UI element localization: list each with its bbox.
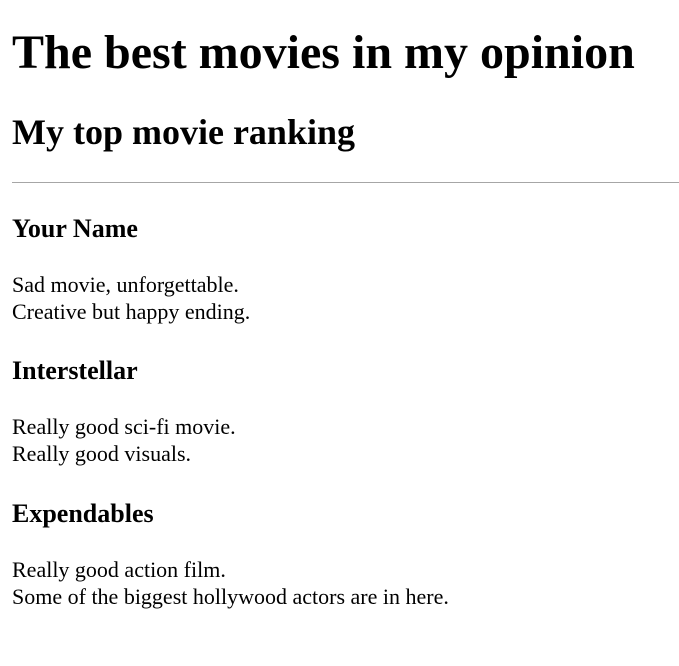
movie-description: Really good sci-fi movie. Really good vi… [12, 413, 672, 467]
movie-entry-your-name: Your Name Sad movie, unforgettable. Crea… [12, 214, 672, 325]
page-title: The best movies in my opinion [12, 26, 635, 79]
divider [12, 182, 679, 183]
movie-description-line: Really good visuals. [12, 441, 192, 466]
movie-title: Your Name [12, 214, 138, 243]
page: The best movies in my opinion My top mov… [0, 0, 679, 666]
movie-description: Sad movie, unforgettable. Creative but h… [12, 271, 672, 325]
movie-title: Interstellar [12, 356, 138, 385]
movie-description: Really good action film. Some of the big… [12, 556, 672, 610]
movie-title: Expendables [12, 499, 154, 528]
page-subtitle: My top movie ranking [12, 112, 356, 152]
movie-description-line: Some of the biggest hollywood actors are… [12, 584, 449, 609]
movie-entry-interstellar: Interstellar Really good sci-fi movie. R… [12, 356, 672, 467]
movie-description-line: Really good action film. [12, 557, 226, 582]
movie-description-line: Creative but happy ending. [12, 299, 251, 324]
movie-description-line: Sad movie, unforgettable. [12, 272, 239, 297]
movie-description-line: Really good sci-fi movie. [12, 414, 236, 439]
movie-entry-expendables: Expendables Really good action film. Som… [12, 499, 672, 610]
